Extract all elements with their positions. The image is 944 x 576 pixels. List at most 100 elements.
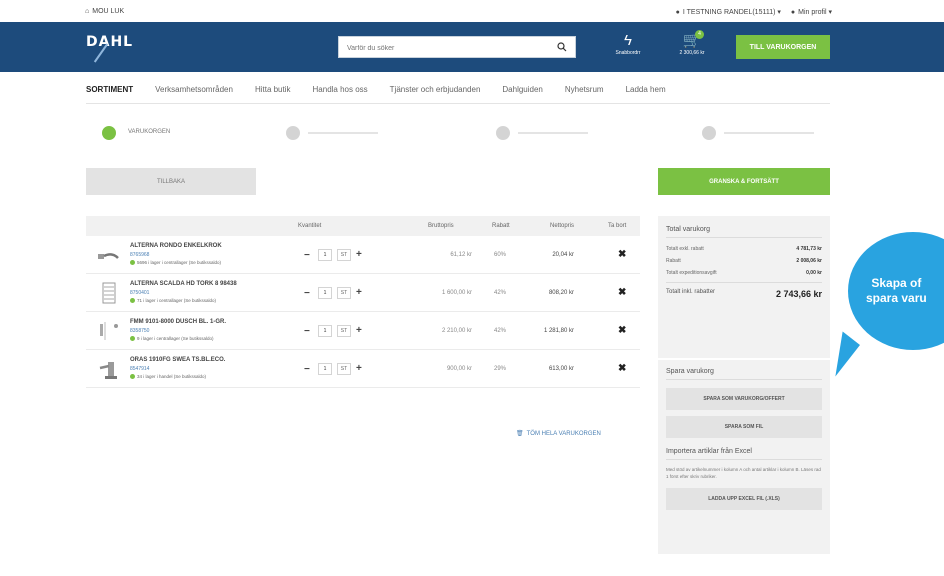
nav-item-sortiment[interactable]: SORTIMENT <box>86 85 133 94</box>
product-thumbnail[interactable] <box>96 282 122 304</box>
users-icon: ● <box>675 8 680 16</box>
header-discount: Rabatt <box>492 223 510 229</box>
remove-icon[interactable]: ✖ <box>618 287 626 298</box>
remove-icon[interactable]: ✖ <box>618 249 626 260</box>
profile-menu[interactable]: ● Min profil ▾ <box>791 8 832 17</box>
quantity-input[interactable]: 1 <box>318 249 332 261</box>
nav-item-handla[interactable]: Handla hos oss <box>313 85 368 94</box>
summary-title: Total varukorg <box>666 226 822 238</box>
stock-status: 71 i lager i centrallager (Se butikssald… <box>130 298 216 304</box>
gross-price: 900,00 kr <box>446 366 472 372</box>
save-as-quote-button[interactable]: SPARA SOM VARUKORG/OFFERT <box>666 388 822 410</box>
trash-icon: 🗑 <box>516 431 524 437</box>
cart-icon: 🛒 <box>682 32 702 49</box>
remove-icon[interactable]: ✖ <box>618 325 626 336</box>
unit-select[interactable]: ST <box>337 325 351 337</box>
remove-icon[interactable]: ✖ <box>618 363 626 374</box>
discount: 42% <box>494 328 507 334</box>
home-link[interactable]: ⌂ MOU LUK <box>85 8 124 15</box>
table-row: ORAS 1910FG SWEA TS.BL.ECO. 8547914 34 i… <box>86 350 640 388</box>
product-thumbnail[interactable] <box>96 358 122 380</box>
decrease-qty-button[interactable]: − <box>304 288 310 299</box>
table-row: FMM 9101-8000 DUSCH BL. 1-GR. 8358750 9 … <box>86 312 640 350</box>
summary-row: Totalt exkl. rabatt 4 781,73 kr <box>666 246 822 252</box>
decrease-qty-button[interactable]: − <box>304 250 310 261</box>
stock-icon <box>130 374 135 380</box>
step-4-line <box>724 132 814 134</box>
product-thumbnail[interactable] <box>96 320 122 342</box>
nav-item-ladda-hem[interactable]: Ladda hem <box>626 85 666 94</box>
stock-icon <box>130 260 135 266</box>
discount: 42% <box>494 290 507 296</box>
unit-select[interactable]: ST <box>337 363 351 375</box>
stock-icon <box>130 298 135 304</box>
increase-qty-button[interactable]: + <box>356 325 362 336</box>
increase-qty-button[interactable]: + <box>356 363 362 374</box>
stock-status: 34 i lager i handel (Se butikssaldo) <box>130 374 206 380</box>
search-icon[interactable] <box>557 42 567 52</box>
quantity-input[interactable]: 1 <box>318 363 332 375</box>
product-name[interactable]: ORAS 1910FG SWEA TS.BL.ECO. <box>130 357 225 363</box>
product-name[interactable]: FMM 9101-8000 DUSCH BL. 1-GR. <box>130 319 226 325</box>
header: DAHL ϟ Snabbordrr 🛒 4 2 300,66 kr TILL V… <box>0 22 944 72</box>
summary-total: Totalt inkl. rabatter 2 743,66 kr <box>666 282 822 299</box>
step-3-line <box>518 132 588 134</box>
product-article[interactable]: 8750401 <box>130 290 149 296</box>
review-continue-button[interactable]: GRANSKA & FORTSÄTT <box>658 168 830 195</box>
quantity-input[interactable]: 1 <box>318 325 332 337</box>
step-2-indicator <box>286 126 300 140</box>
increase-qty-button[interactable]: + <box>356 287 362 298</box>
unit-select[interactable]: ST <box>337 249 351 261</box>
empty-cart-link[interactable]: 🗑 TÖM HELA VARUKORGEN <box>516 430 601 438</box>
page: ⌂ MOU LUK ● I TESTNING RANDEL(15111) ▾ ●… <box>0 0 944 576</box>
save-cart-panel: Spara varukorg SPARA SOM VARUKORG/OFFERT… <box>658 360 830 554</box>
logo[interactable]: DAHL <box>86 34 133 50</box>
decrease-qty-button[interactable]: − <box>304 364 310 375</box>
discount: 29% <box>494 366 507 372</box>
header-quantity: Kvantitet <box>298 223 322 229</box>
company-selector[interactable]: ● I TESTNING RANDEL(15111) ▾ <box>675 8 781 17</box>
cart-table: Kvantitet Bruttopris Rabatt Nettopris Ta… <box>86 216 640 388</box>
nav-item-dahlguiden[interactable]: Dahlguiden <box>502 85 542 94</box>
stock-status: 5696 i lager i centrallager (Se butikssa… <box>130 260 221 266</box>
net-price: 1 281,80 kr <box>543 328 574 334</box>
utility-bar: ⌂ MOU LUK ● I TESTNING RANDEL(15111) ▾ ●… <box>0 0 944 22</box>
search-input[interactable] <box>339 38 539 59</box>
search-box <box>338 36 576 59</box>
gross-price: 2 210,00 kr <box>441 328 472 334</box>
product-thumbnail[interactable] <box>96 244 122 266</box>
cart-button[interactable]: 🛒 4 2 300,66 kr <box>672 30 712 56</box>
step-3-indicator <box>496 126 510 140</box>
increase-qty-button[interactable]: + <box>356 249 362 260</box>
import-title: Importera artiklar från Excel <box>666 448 822 460</box>
quick-order-button[interactable]: ϟ Snabbordrr <box>608 32 648 56</box>
quantity-input[interactable]: 1 <box>318 287 332 299</box>
nav-item-tjanster[interactable]: Tjänster och erbjudanden <box>390 85 481 94</box>
table-header: Kvantitet Bruttopris Rabatt Nettopris Ta… <box>86 216 640 236</box>
back-button[interactable]: TILLBAKA <box>86 168 256 195</box>
product-article[interactable]: 8358750 <box>130 328 149 334</box>
step-2-line <box>308 132 378 134</box>
stock-status: 9 i lager i centrallager (Se butikssaldo… <box>130 336 214 342</box>
product-article[interactable]: 8547914 <box>130 366 149 372</box>
gross-price: 1 600,00 kr <box>441 290 472 296</box>
nav-item-nyhetsrum[interactable]: Nyhetsrum <box>565 85 604 94</box>
home-icon: ⌂ <box>85 8 90 15</box>
to-cart-button[interactable]: TILL VARUKORGEN <box>736 35 830 59</box>
product-article[interactable]: 8765968 <box>130 252 149 258</box>
save-as-file-button[interactable]: SPARA SOM FIL <box>666 416 822 438</box>
step-1-indicator <box>102 126 116 140</box>
gross-price: 61,12 kr <box>450 252 472 258</box>
unit-select[interactable]: ST <box>337 287 351 299</box>
nav-item-verksamhet[interactable]: Verksamhetsområden <box>155 85 233 94</box>
product-name[interactable]: ALTERNA SCALDA HD TORK 8 98438 <box>130 281 237 287</box>
decrease-qty-button[interactable]: − <box>304 326 310 337</box>
upload-excel-button[interactable]: LADDA UPP EXCEL FIL (.XLS) <box>666 488 822 510</box>
product-name[interactable]: ALTERNA RONDO ENKELKROK <box>130 243 222 249</box>
header-remove: Ta bort <box>608 223 627 229</box>
save-title: Spara varukorg <box>666 368 822 380</box>
total-amount: 2 743,66 kr <box>775 289 822 299</box>
lightning-icon: ϟ <box>624 32 632 49</box>
nav-item-hitta-butik[interactable]: Hitta butik <box>255 85 291 94</box>
step-4-indicator <box>702 126 716 140</box>
